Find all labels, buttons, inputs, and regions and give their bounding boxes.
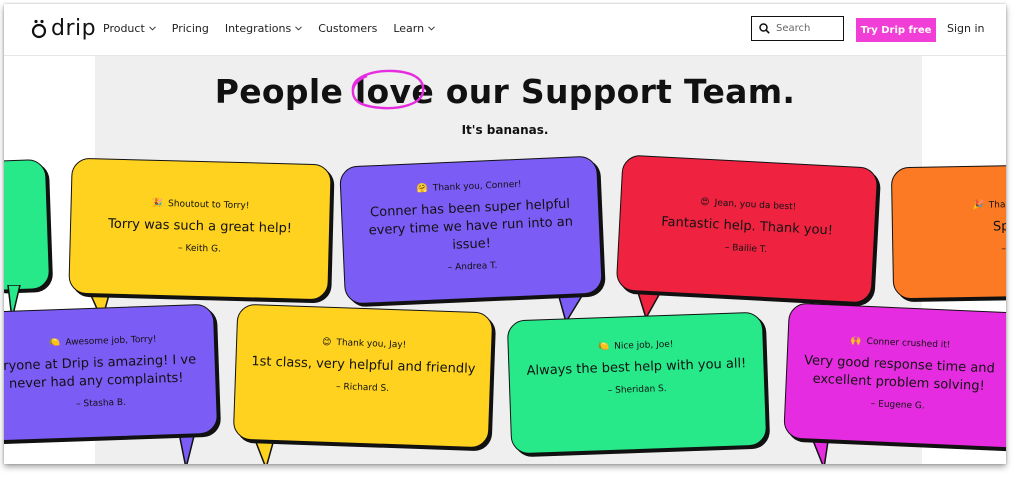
search-icon [759, 23, 770, 34]
chevron-down-icon [295, 26, 303, 31]
lemon-icon: 🍋 [49, 338, 61, 349]
hugging-face-icon: 🤗 [416, 183, 429, 195]
page-subtitle: It's bananas. [461, 123, 549, 137]
nav-label: Pricing [171, 22, 209, 35]
testimonial-heading: 🤗 Thank you, Conner! [341, 176, 597, 197]
testimonial-head-text: Nice job, Joe! [613, 339, 674, 352]
testimonial-author: – Andrea T. [447, 260, 498, 274]
nav-item-integrations[interactable]: Integrations [224, 22, 303, 35]
testimonial-author: – Richard S. [335, 382, 390, 394]
testimonial-head-text: Shoutout to Torry! [167, 199, 250, 212]
smiling-face-icon: 😊 [321, 337, 332, 348]
testimonial-bubble: 😊 Thank you, Jay! 1st class, very helpful… [232, 303, 494, 449]
testimonial-quote: Always the best help with you all! [526, 356, 747, 379]
testimonial-author: – Keith G. [177, 243, 221, 255]
testimonial-bubble: 😍 Jean, you da best! Fantastic help. Than… [615, 154, 879, 304]
title-highlight-text: love [354, 72, 434, 111]
nav-item-learn[interactable]: Learn [393, 22, 435, 35]
chevron-down-icon [428, 26, 435, 31]
chevron-down-icon [148, 26, 156, 31]
title-text-after: our Support Team. [434, 72, 796, 111]
testimonial-head-text: Tha [988, 200, 1006, 211]
testimonial-heading: 🍋 Awesome job, Torry! [4, 333, 214, 352]
testimonial-heading: 😊 Thank you, Jay! [237, 335, 491, 354]
testimonial-bubble: 🎉 Shoutout to Torry! Torry was such a gre… [68, 157, 332, 301]
testimonial-quote: Sp [992, 219, 1006, 235]
testimonial-quote: 1st class, very helpful and friendly [251, 354, 476, 377]
drip-logo[interactable]: drip [30, 16, 96, 41]
title-text-before: People [214, 72, 355, 111]
testimonial-author: – Bailie T. [724, 242, 768, 256]
testimonial-author: – Eugene G. [870, 399, 925, 412]
party-popper-icon: 🎉 [972, 200, 984, 211]
lemon-icon: 🍋 [597, 341, 610, 353]
nav-item-customers[interactable]: Customers [318, 22, 377, 35]
nav-label: Customers [318, 22, 378, 35]
nav-label: Integrations [224, 22, 292, 35]
drip-logo-icon [30, 18, 48, 40]
testimonial-bubble: 🍋 Nice job, Joe! Always the best help wit… [506, 311, 768, 455]
testimonial-head-text: Jean, you da best! [714, 198, 797, 213]
testimonial-heading: 🎉 Tha [972, 200, 1006, 211]
testimonial-bubble-partial: 🎉 Tha Sp – [890, 164, 1006, 300]
testimonial-quote: Fantastic help. Thank you! [660, 214, 834, 239]
testimonial-head-text: Thank you, Conner! [432, 179, 522, 194]
testimonial-author: – Sheridan S. [607, 383, 667, 397]
testimonial-bubble-partial [4, 158, 51, 292]
nav-links: Product Pricing Integrations Customers L… [103, 22, 451, 35]
sign-in-link[interactable]: Sign in [947, 22, 985, 35]
search-input[interactable] [776, 23, 836, 34]
testimonial-bubble: 🤗 Thank you, Conner! Conner has been supe… [339, 155, 603, 305]
testimonial-head-text: Thank you, Jay! [336, 338, 407, 351]
testimonial-quote: Very good response time and excellent pr… [803, 353, 996, 395]
heart-eyes-icon: 😍 [700, 197, 710, 209]
testimonial-bubble: 🙌 Conner crushed it! Very good response t… [783, 302, 1006, 450]
testimonial-head-text: Awesome job, Torry! [65, 334, 157, 348]
testimonial-heading: 🙌 Conner crushed it! [788, 333, 1006, 353]
testimonial-heading: 🍋 Nice job, Joe! [509, 337, 763, 356]
testimonial-bubble: 🍋 Awesome job, Torry! eryone at Drip is a… [4, 303, 219, 443]
top-navigation: drip Product Pricing Integrations Custom… [4, 4, 1006, 56]
testimonial-quote: Torry was such a great help! [107, 216, 293, 237]
testimonial-heading: 🎉 Shoutout to Torry! [72, 197, 330, 214]
nav-label: Product [103, 22, 145, 35]
testimonial-head-text: Conner crushed it! [866, 336, 951, 351]
title-highlight: love [351, 69, 434, 111]
nav-label: Learn [393, 22, 425, 35]
testimonial-quote: Conner has been super helpful every time… [368, 196, 574, 253]
page-title: People love our Support Team. [4, 69, 1006, 111]
testimonial-author: – [1001, 244, 1006, 255]
testimonial-author: – Stasha B. [75, 397, 127, 410]
party-popper-icon: 🎉 [151, 198, 164, 210]
nav-item-pricing[interactable]: Pricing [172, 22, 209, 35]
browser-window: drip Product Pricing Integrations Custom… [4, 4, 1006, 464]
logo-text: drip [51, 16, 97, 41]
search-box[interactable] [751, 16, 844, 41]
nav-item-product[interactable]: Product [103, 22, 156, 35]
try-drip-free-button[interactable]: Try Drip free [856, 18, 936, 42]
testimonial-quote: eryone at Drip is amazing! I ve never ha… [4, 352, 197, 392]
raised-hands-icon: 🙌 [850, 336, 862, 347]
